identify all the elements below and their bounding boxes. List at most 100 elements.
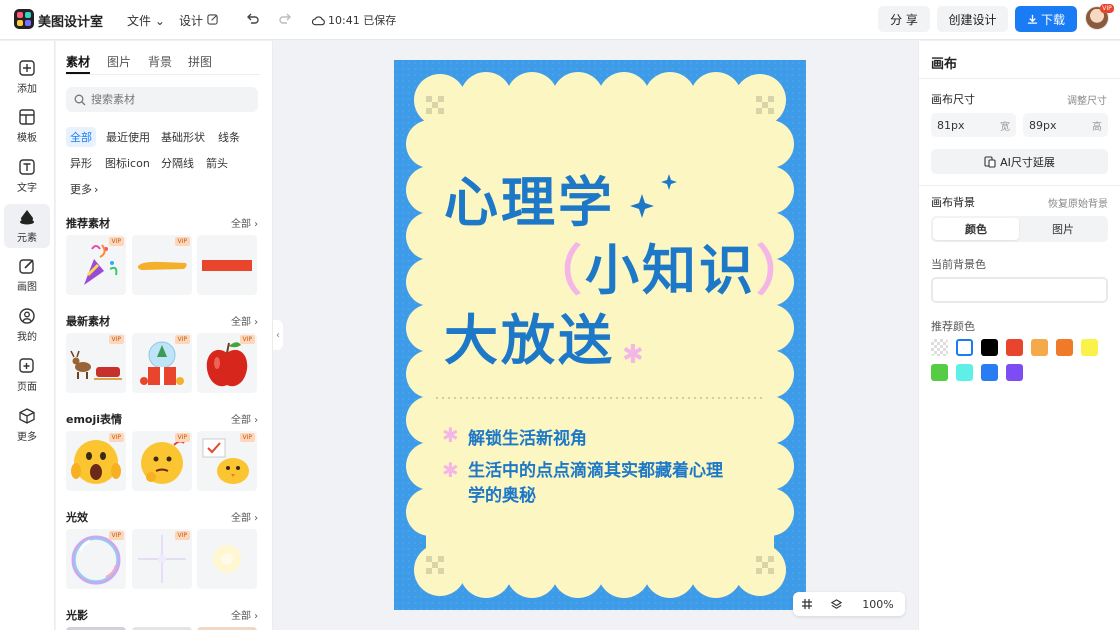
bg-type-toggle: 颜色 图片 [931, 216, 1108, 242]
chevron-down-icon: ⌄ [154, 14, 165, 28]
swatch-blue[interactable] [981, 364, 998, 381]
chip-dividers[interactable]: 分隔线 [157, 153, 198, 173]
material-thumb-brush-stroke[interactable]: VIP [132, 235, 192, 295]
poster-title-line1[interactable]: 心理学 [444, 168, 615, 238]
material-thumb-snow-globe-gift[interactable]: VIP [132, 333, 192, 393]
vip-badge: VIP [174, 531, 190, 540]
chip-recent[interactable]: 最近使用 [102, 127, 154, 147]
layers-icon[interactable] [821, 598, 851, 611]
poster-bullet-2[interactable]: 生活中的点点滴滴其实都藏着心理 学的奥秘 [468, 459, 723, 509]
undo-icon[interactable] [244, 10, 262, 28]
rail-item-mine[interactable]: 我的 [4, 303, 50, 347]
section-all-link[interactable]: 全部 › [231, 313, 258, 328]
swatch-orange[interactable] [1056, 339, 1073, 356]
file-menu[interactable]: 文件 ⌄ [127, 12, 165, 29]
chip-lines[interactable]: 线条 [214, 127, 244, 147]
rail-item-elements[interactable]: 元素 [4, 204, 50, 248]
swatch-white[interactable] [956, 339, 973, 356]
material-thumb-red-bar[interactable] [197, 235, 257, 295]
swatch-purple[interactable] [1006, 364, 1023, 381]
rail-label: 页面 [17, 382, 37, 393]
rail-label: 更多 [17, 432, 37, 443]
material-thumb-red-apple[interactable]: VIP [197, 333, 257, 393]
app-logo-icon[interactable] [14, 9, 34, 29]
current-bg-color-box[interactable] [931, 277, 1108, 303]
plus-square-icon [19, 60, 35, 76]
cloud-icon [312, 15, 325, 25]
rail-item-template[interactable]: 模板 [4, 104, 50, 148]
search-box[interactable] [66, 87, 258, 112]
height-unit: 高 [1092, 121, 1102, 133]
width-field[interactable]: 81px 宽 [931, 113, 1016, 137]
ai-size-extend-button[interactable]: AI尺寸延展 [931, 149, 1108, 174]
rail-item-text[interactable]: 文字 [4, 154, 50, 198]
material-thumb-bubble[interactable]: VIP [66, 529, 126, 589]
material-thumb-chick-sign-emoji[interactable]: VIP [197, 431, 257, 491]
tab-background[interactable]: 背景 [148, 53, 172, 70]
share-button[interactable]: 分 享 [878, 6, 930, 32]
swatch-cyan[interactable] [956, 364, 973, 381]
rail-item-pages[interactable]: 页面 [4, 353, 50, 397]
poster-bracket-close: ） [756, 239, 806, 302]
poster-bullet-1[interactable]: 解锁生活新视角 [468, 424, 587, 449]
swatch-black[interactable] [981, 339, 998, 356]
poster-bracket-open: （ [528, 239, 585, 302]
vip-badge: VIP [174, 433, 190, 442]
poster-canvas[interactable]: 心理学 （小知识） 大放送 ✱ ✱ 解锁生活新视角 ✱ 生活中的点点滴滴其实都藏… [394, 60, 806, 610]
material-thumb-reindeer-sleigh[interactable]: VIP [66, 333, 126, 393]
create-design-button[interactable]: 创建设计 [937, 6, 1008, 32]
search-input[interactable] [91, 93, 241, 106]
collapse-panel-button[interactable]: ‹ [273, 320, 283, 350]
chip-basic-shapes[interactable]: 基础形状 [157, 127, 209, 147]
height-value: 89px [1029, 118, 1057, 132]
zoom-level[interactable]: 100% [851, 598, 905, 611]
swatch-transparent[interactable] [931, 339, 948, 356]
adjust-size-link[interactable]: 调整尺寸 [1067, 92, 1107, 107]
panel-title: 画布 [931, 57, 958, 72]
material-thumb-thinking-emoji[interactable]: VIP [132, 431, 192, 491]
material-thumb-shocked-emoji[interactable]: VIP [66, 431, 126, 491]
tab-collage[interactable]: 拼图 [188, 53, 212, 70]
vip-badge: VIP [108, 237, 124, 246]
grid-icon[interactable] [793, 598, 821, 610]
chip-more[interactable]: 更多 › [66, 179, 102, 199]
bg-type-image[interactable]: 图片 [1020, 218, 1106, 240]
section-all-link[interactable]: 全部 › [231, 411, 258, 426]
section-title-latest: 最新素材 [66, 315, 110, 328]
restore-bg-link[interactable]: 恢复原始背景 [1048, 195, 1108, 210]
material-thumb-glow[interactable] [197, 529, 257, 589]
rail-item-draw[interactable]: 画图 [4, 253, 50, 297]
bg-type-color[interactable]: 颜色 [933, 218, 1019, 240]
poster-title-line2[interactable]: （小知识） [528, 236, 806, 306]
chip-all[interactable]: 全部 [66, 127, 96, 147]
tab-materials[interactable]: 素材 [66, 53, 90, 70]
recommended-colors-label: 推荐颜色 [931, 320, 975, 333]
section-all-link[interactable]: 全部 › [231, 607, 258, 622]
chip-arrows[interactable]: 箭头 [202, 153, 232, 173]
ai-extend-label: AI尺寸延展 [1000, 155, 1055, 169]
bullet-icon: ✱ [442, 423, 459, 447]
material-thumb-party-popper[interactable]: VIP [66, 235, 126, 295]
design-menu[interactable]: 设计 [179, 12, 218, 29]
chip-irregular[interactable]: 异形 [66, 153, 96, 173]
save-status: 10:41 已保存 [312, 12, 396, 28]
redo-icon[interactable] [276, 10, 294, 28]
canvas-size-label: 画布尺寸 [931, 93, 975, 106]
cube-icon [19, 408, 35, 424]
poster-title-line3[interactable]: 大放送 [444, 306, 615, 376]
download-button[interactable]: 下载 [1015, 6, 1077, 32]
swatch-yellow[interactable] [1081, 339, 1098, 356]
swatch-red[interactable] [1006, 339, 1023, 356]
swatch-light-orange[interactable] [1031, 339, 1048, 356]
section-all-link[interactable]: 全部 › [231, 215, 258, 230]
height-field[interactable]: 89px 高 [1023, 113, 1108, 137]
chip-icons[interactable]: 图标icon [101, 153, 154, 173]
material-thumb-sparkle-flare[interactable]: VIP [132, 529, 192, 589]
pencil-icon [19, 259, 34, 274]
rail-item-add[interactable]: 添加 [4, 55, 50, 99]
section-all-link[interactable]: 全部 › [231, 509, 258, 524]
tab-images[interactable]: 图片 [107, 53, 131, 70]
swatch-green[interactable] [931, 364, 948, 381]
vip-badge: VIP [108, 531, 124, 540]
rail-item-more[interactable]: 更多 [4, 403, 50, 447]
